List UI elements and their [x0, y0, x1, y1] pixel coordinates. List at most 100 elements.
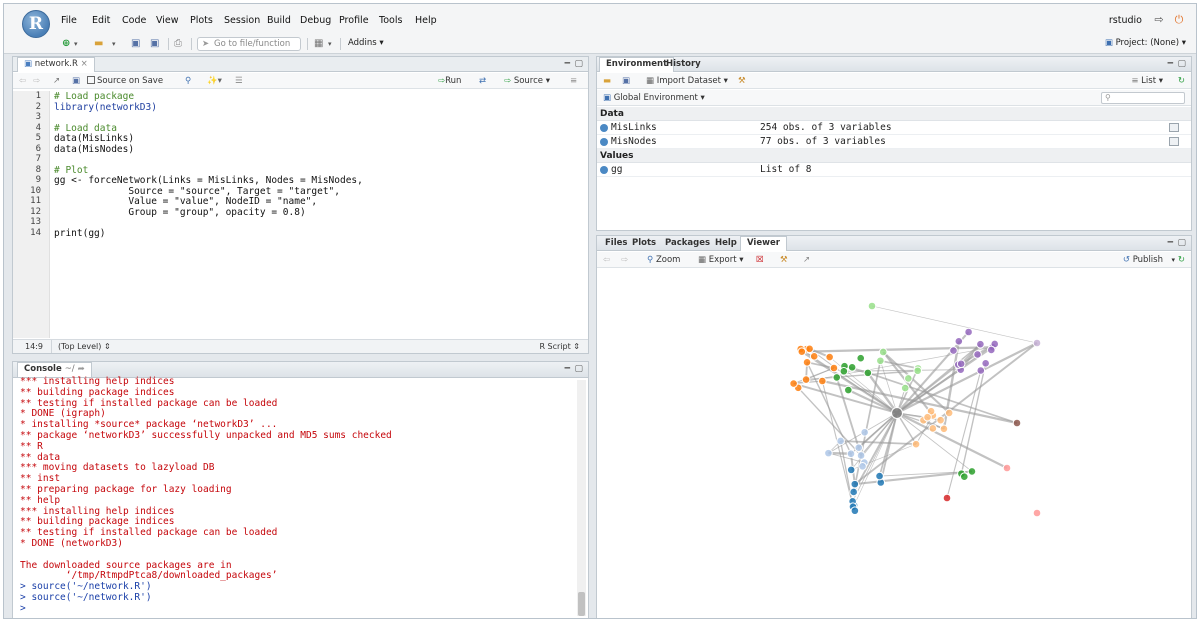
save-icon[interactable]: ▣: [131, 37, 140, 51]
open-folder-icon[interactable]: ▬: [94, 37, 103, 51]
network-node[interactable]: [797, 347, 807, 357]
console-prompt[interactable]: >: [20, 603, 26, 614]
addins-menu[interactable]: Addins ▾: [348, 38, 384, 48]
tab-network-r[interactable]: ▣ network.R ×: [17, 57, 95, 72]
maximize-icon[interactable]: ▢: [1177, 238, 1186, 248]
env-row-misnodes[interactable]: MisNodes 77 obs. of 3 variables: [597, 135, 1191, 149]
menu-tools[interactable]: Tools: [379, 15, 402, 29]
network-node[interactable]: [939, 424, 949, 434]
tab-history[interactable]: History: [660, 58, 707, 72]
menu-code[interactable]: Code: [122, 15, 146, 29]
outline-icon[interactable]: ≡: [570, 75, 577, 87]
network-node[interactable]: [928, 424, 938, 433]
network-node[interactable]: [976, 339, 985, 349]
menu-edit[interactable]: Edit: [92, 15, 110, 29]
network-node[interactable]: [949, 346, 958, 355]
network-node[interactable]: [904, 374, 913, 383]
network-node[interactable]: [1012, 418, 1022, 428]
network-node[interactable]: [856, 451, 866, 460]
expand-icon[interactable]: [600, 124, 608, 132]
run-button[interactable]: ⇨Run: [438, 75, 461, 87]
maximize-icon[interactable]: ▢: [574, 364, 583, 374]
env-row-gg[interactable]: gg List of 8: [597, 163, 1191, 177]
back-arrow-icon[interactable]: ⇦: [19, 75, 26, 87]
minimize-icon[interactable]: ━: [1168, 59, 1173, 69]
network-node[interactable]: [854, 443, 864, 453]
maximize-icon[interactable]: ▢: [574, 59, 583, 69]
broom-icon[interactable]: ⚒: [738, 75, 746, 87]
network-node[interactable]: [1032, 508, 1042, 518]
save-icon[interactable]: ▣: [72, 75, 80, 87]
minimize-icon[interactable]: ━: [1168, 238, 1173, 248]
minimize-icon[interactable]: ━: [565, 364, 570, 374]
close-icon[interactable]: ×: [81, 59, 88, 69]
source-on-save-toggle[interactable]: Source on Save: [87, 75, 163, 87]
network-node[interactable]: [802, 357, 812, 367]
checkbox[interactable]: [87, 76, 95, 84]
export-menu[interactable]: ▦ Export ▾: [698, 254, 744, 266]
network-node[interactable]: [875, 471, 884, 481]
network-node[interactable]: [942, 493, 952, 503]
network-node[interactable]: [954, 336, 964, 346]
menu-debug[interactable]: Debug: [300, 15, 331, 29]
view-mode-menu[interactable]: ≡ List ▾: [1131, 75, 1163, 87]
back-arrow-icon[interactable]: ⇦: [603, 254, 610, 266]
maximize-icon[interactable]: ▢: [1177, 59, 1186, 69]
network-node[interactable]: [789, 379, 798, 388]
publish-button[interactable]: ↺ Publish: [1123, 254, 1163, 266]
show-in-window-icon[interactable]: ↗: [53, 75, 60, 87]
network-node[interactable]: [863, 368, 873, 378]
network-node[interactable]: [981, 358, 990, 368]
network-node[interactable]: [944, 408, 954, 418]
chevron-down-icon[interactable]: ▾: [74, 37, 78, 51]
print-icon[interactable]: ⎙: [174, 37, 182, 51]
network-node[interactable]: [923, 412, 932, 422]
network-node[interactable]: [850, 479, 860, 489]
view-table-icon[interactable]: [1169, 137, 1179, 146]
goto-file-input[interactable]: ➤ Go to file/function: [197, 37, 301, 51]
show-in-window-icon[interactable]: ↗: [803, 254, 810, 266]
scrollbar-thumb[interactable]: [578, 592, 585, 616]
network-node[interactable]: [956, 359, 966, 369]
network-node[interactable]: [801, 375, 811, 384]
remove-viewer-icon[interactable]: ☒: [756, 254, 764, 266]
environment-search-input[interactable]: ⚲: [1101, 92, 1185, 104]
menu-build[interactable]: Build: [267, 15, 291, 29]
network-node[interactable]: [850, 506, 860, 516]
broom-icon[interactable]: ⚒: [780, 254, 788, 266]
network-node[interactable]: [805, 344, 814, 354]
network-node[interactable]: [878, 347, 888, 357]
network-node[interactable]: [856, 353, 866, 363]
tab-help[interactable]: Help: [709, 237, 743, 251]
zoom-button[interactable]: ⚲ Zoom: [647, 254, 680, 266]
save-workspace-icon[interactable]: ▣: [622, 75, 630, 87]
grid-layout-icon[interactable]: ▦: [314, 37, 323, 51]
menu-session[interactable]: Session: [224, 15, 260, 29]
goto-directory-icon[interactable]: ➦: [78, 364, 85, 374]
global-env-selector[interactable]: ▣ Global Environment ▾: [603, 92, 705, 104]
scope-selector[interactable]: (Top Level) ⇕: [58, 342, 111, 351]
network-node[interactable]: [1002, 463, 1012, 473]
network-node[interactable]: [987, 345, 996, 355]
network-node[interactable]: [913, 366, 922, 376]
compile-report-icon[interactable]: ☰: [235, 75, 243, 87]
expand-icon[interactable]: [600, 166, 608, 174]
menu-help[interactable]: Help: [415, 15, 437, 29]
network-node[interactable]: [911, 439, 921, 449]
network-node[interactable]: [818, 376, 827, 386]
network-node[interactable]: [825, 352, 834, 362]
network-node[interactable]: [844, 385, 853, 395]
file-type-selector[interactable]: R Script ⇕: [539, 342, 580, 351]
network-node[interactable]: [1032, 338, 1042, 348]
network-node[interactable]: [964, 327, 973, 337]
import-dataset-button[interactable]: ▦ Import Dataset ▾: [646, 75, 728, 87]
network-node[interactable]: [829, 363, 839, 373]
new-file-icon[interactable]: ⊕: [62, 37, 70, 51]
quit-session-icon[interactable]: ⏻: [1172, 13, 1186, 27]
network-node[interactable]: [824, 448, 833, 458]
network-node[interactable]: [976, 366, 986, 375]
network-node[interactable]: [836, 436, 845, 446]
console-scrollbar[interactable]: [577, 380, 586, 616]
network-node[interactable]: [867, 301, 877, 311]
network-node[interactable]: [847, 363, 857, 372]
